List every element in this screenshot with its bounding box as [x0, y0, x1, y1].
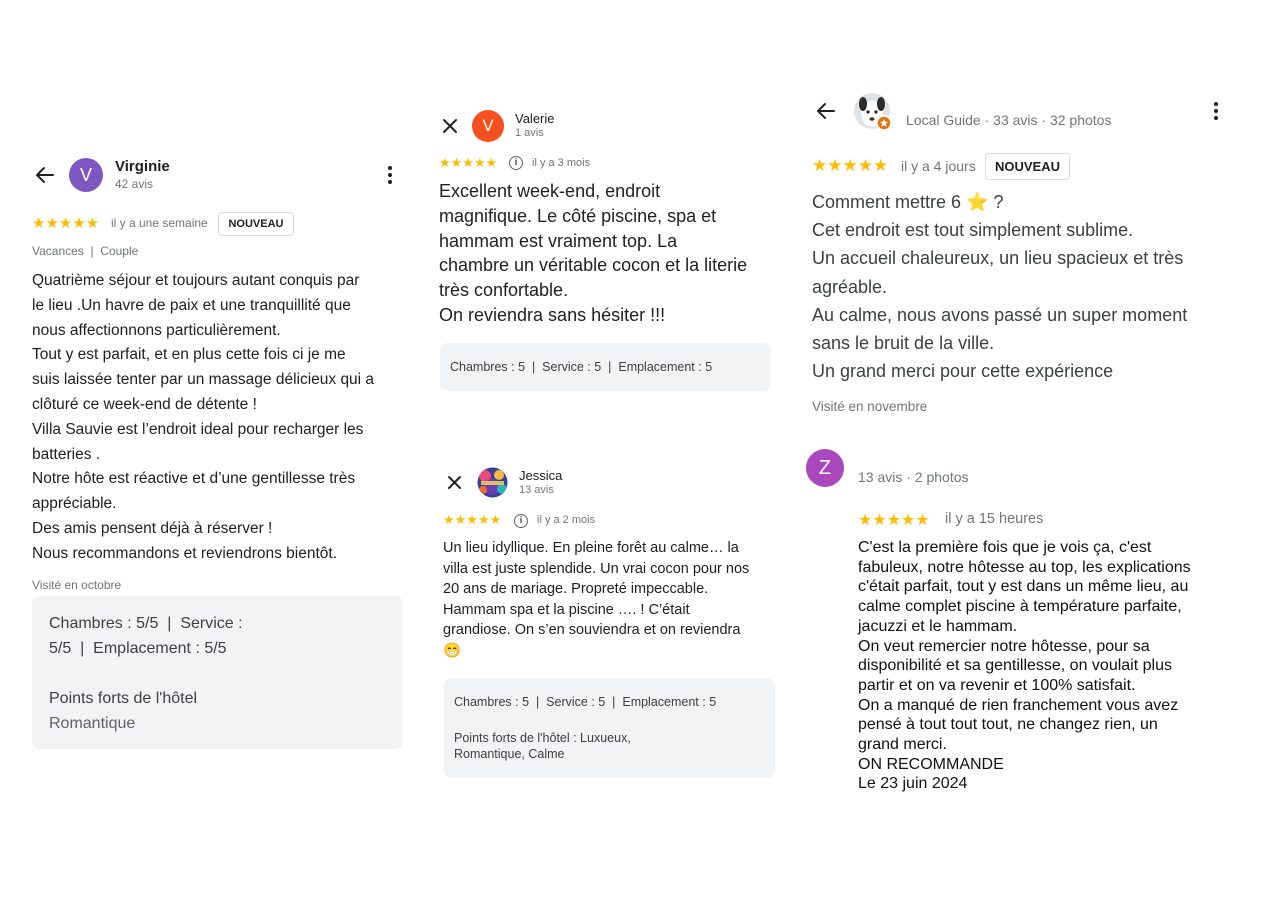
- close-icon[interactable]: [441, 117, 459, 135]
- more-options-icon[interactable]: [1209, 100, 1223, 122]
- info-icon[interactable]: i: [509, 156, 523, 170]
- info-icon[interactable]: i: [514, 514, 528, 528]
- avatar[interactable]: Z: [806, 449, 844, 487]
- visit-date: Visité en octobre: [32, 578, 122, 592]
- avatar[interactable]: [853, 92, 893, 132]
- review-count: 42 avis: [115, 177, 154, 191]
- avatar[interactable]: [477, 467, 508, 498]
- star-rating: ★★★★★: [443, 512, 502, 527]
- close-icon[interactable]: [446, 474, 463, 491]
- avatar[interactable]: V: [69, 158, 103, 192]
- ratings-line: Chambres : 5 | Service : 5 | Emplacement…: [450, 360, 713, 374]
- highlights-value: Romantique: [49, 715, 136, 732]
- star-rating: ★★★★★: [32, 215, 100, 232]
- review-text: Quatrième séjour et toujours autant conq…: [32, 272, 375, 562]
- new-badge: NOUVEAU: [218, 212, 294, 236]
- ratings-line-2: 5/5 | Emplacement : 5/5: [49, 640, 227, 657]
- reviewer-name[interactable]: Jessica: [519, 468, 562, 483]
- star-rating: ★★★★★: [812, 156, 889, 175]
- back-arrow-icon[interactable]: [34, 164, 56, 186]
- star-rating: ★★★★★: [439, 155, 498, 170]
- review-date: il y a une semaine: [111, 216, 208, 230]
- ratings-box: Chambres : 5 | Service : 5 | Emplacement…: [444, 678, 775, 778]
- review-text: Comment mettre 6 ⭐ ? Cet endroit est tou…: [812, 192, 1188, 382]
- visit-date: Visité en novembre: [812, 399, 928, 414]
- ratings-box: Chambres : 5/5 | Service : 5/5 | Emplace…: [32, 596, 403, 749]
- new-badge: NOUVEAU: [985, 153, 1070, 180]
- review-text: Excellent week-end, endroit magnifique. …: [439, 181, 748, 325]
- review-text: C'est la première fois que je vois ça, c…: [858, 539, 1191, 793]
- review-count: 13 avis: [519, 484, 554, 496]
- review-date: il y a 15 heures: [945, 511, 1044, 527]
- reviewer-name[interactable]: Valerie: [515, 111, 555, 126]
- review-text: Un lieu idyllique. En pleine forêt au ca…: [443, 540, 750, 659]
- review-date: il y a 4 jours: [901, 158, 976, 174]
- highlights-title: Points forts de l'hôtel: [49, 690, 198, 707]
- more-options-icon[interactable]: [383, 164, 397, 186]
- ratings-line-1: Chambres : 5/5 | Service :: [49, 615, 243, 632]
- review-date: il y a 3 mois: [532, 157, 591, 169]
- avatar[interactable]: V: [472, 110, 504, 142]
- highlights: Points forts de l'hôtel : Luxueux, Roman…: [454, 731, 631, 761]
- ratings-box: Chambres : 5 | Service : 5 | Emplacement…: [440, 343, 771, 391]
- star-rating: ★★★★★: [858, 512, 930, 529]
- ratings-line: Chambres : 5 | Service : 5 | Emplacement…: [454, 695, 717, 709]
- back-arrow-icon[interactable]: [815, 100, 837, 122]
- trip-tags: Vacances | Couple: [32, 244, 139, 258]
- reviewer-meta: Local Guide · 33 avis · 32 photos: [906, 112, 1112, 128]
- review-date: il y a 2 mois: [537, 514, 596, 526]
- reviewer-name[interactable]: Virginie: [115, 158, 170, 175]
- reviewer-meta: 13 avis · 2 photos: [858, 469, 969, 485]
- review-count: 1 avis: [515, 127, 544, 139]
